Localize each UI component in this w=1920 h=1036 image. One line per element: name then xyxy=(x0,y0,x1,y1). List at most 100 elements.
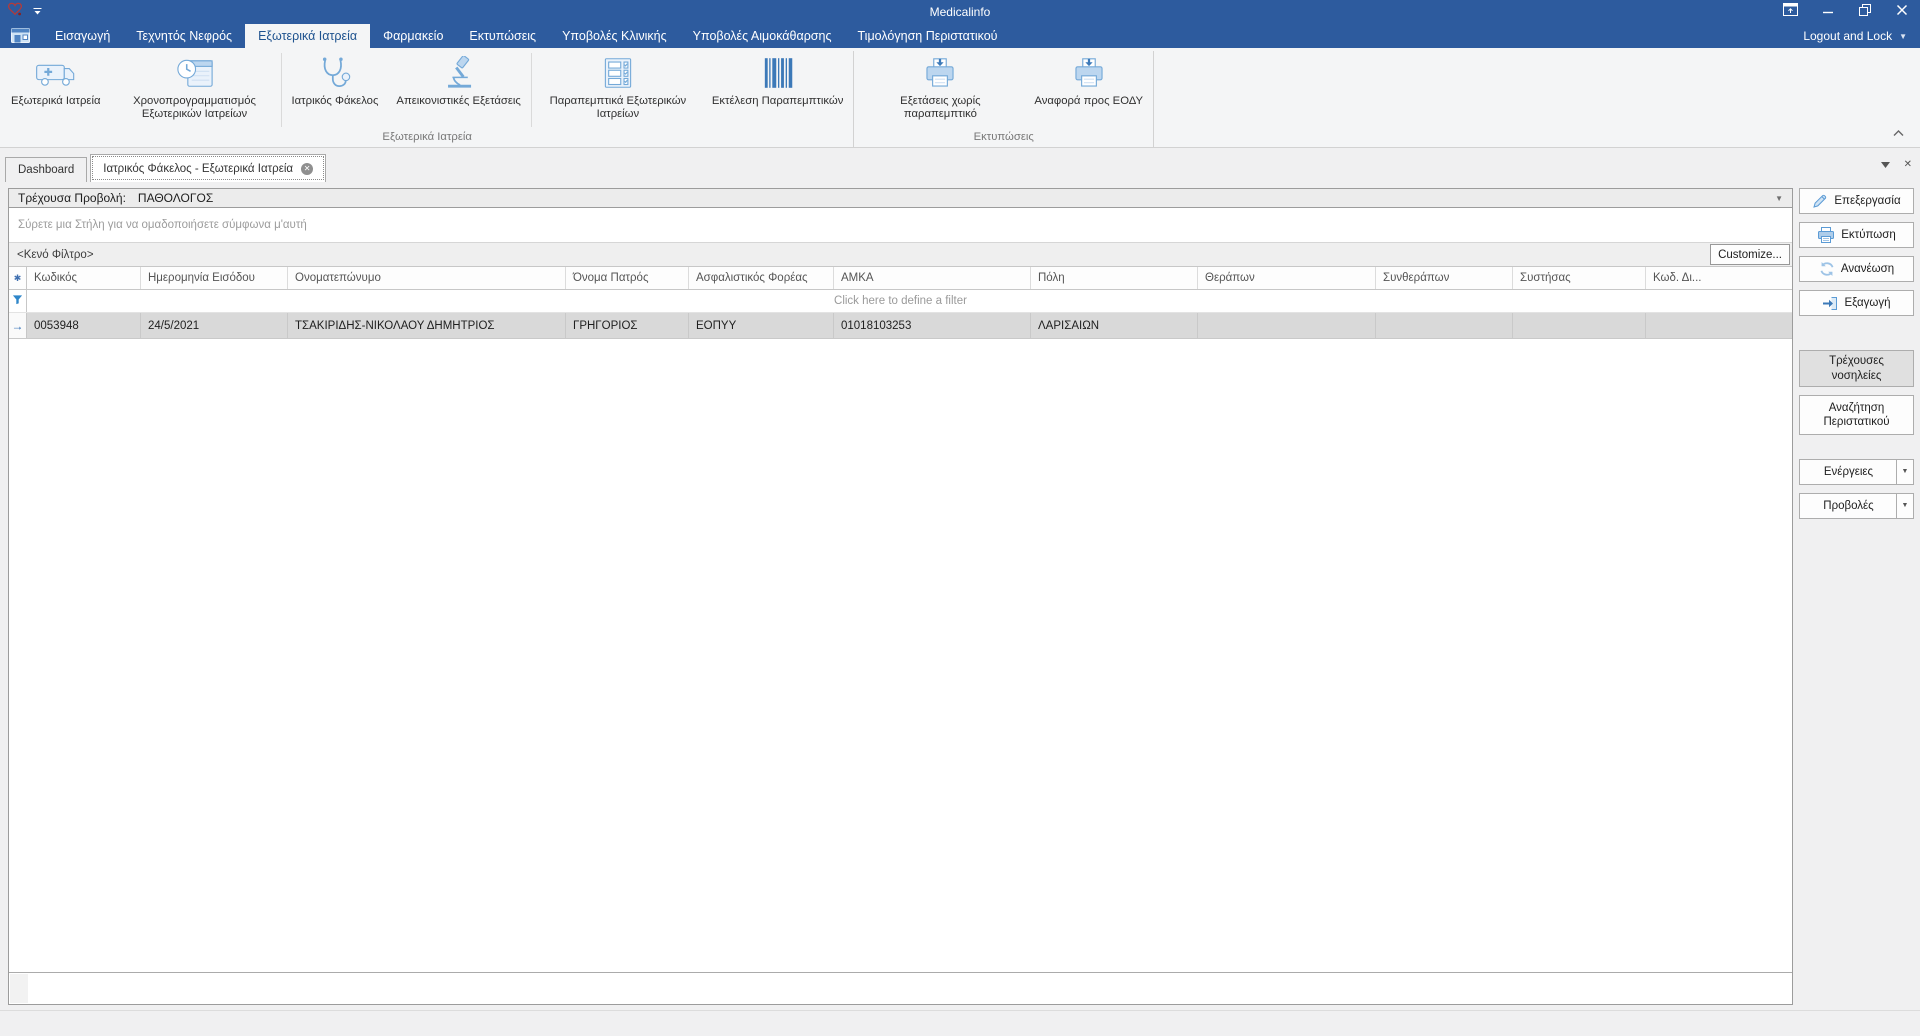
tab-list-dropdown-icon[interactable] xyxy=(1881,155,1890,173)
row-indicator-cell xyxy=(9,290,27,312)
menu-tab-8[interactable]: Τιμολόγηση Περιστατικού xyxy=(845,24,1011,48)
document-tab-label: Dashboard xyxy=(18,164,74,176)
sidebar-button-label: Ανανέωση xyxy=(1841,262,1894,276)
menu-tab-7[interactable]: Υποβολές Αιμοκάθαρσης xyxy=(680,24,845,48)
ribbon-button-printer-down[interactable]: Εξετάσεις χωρίς παραπεμπτικό xyxy=(855,48,1025,130)
close-icon[interactable]: ✕ xyxy=(301,163,313,175)
empty-filter-label: <Κενό Φίλτρο> xyxy=(17,249,94,261)
column-header-4[interactable]: Όνομα Πατρός xyxy=(566,267,689,289)
chevron-down-icon: ▼ xyxy=(1899,32,1907,41)
refresh-icon xyxy=(1819,261,1835,277)
application-button[interactable] xyxy=(0,24,42,48)
chevron-down-icon[interactable]: ▼ xyxy=(1896,460,1913,484)
ribbon-button-calendar-clock[interactable]: Χρονοπρογραμματισμός Εξωτερικών Ιατρείων xyxy=(110,48,280,130)
table-row[interactable]: →005394824/5/2021ΤΣΑΚΙΡΙΔΗΣ-ΝΙΚΟΛΑΟΥ ΔΗΜ… xyxy=(9,313,1792,339)
column-header-1[interactable]: Κωδικός xyxy=(27,267,141,289)
menu-tab-1[interactable]: Εισαγωγή xyxy=(42,24,123,48)
sidebar-button-5[interactable]: Τρέχουσες νοσηλείες xyxy=(1799,350,1914,387)
menu-tab-5[interactable]: Εκτυπώσεις xyxy=(456,24,549,48)
sidebar-button-label: Προβολές xyxy=(1823,499,1873,513)
printer-icon xyxy=(1817,227,1835,243)
referral-list-icon xyxy=(599,53,637,93)
column-header-9[interactable]: Συνθεράπων xyxy=(1376,267,1513,289)
ribbon-button-barcode[interactable]: Εκτέλεση Παραπεμπτικών xyxy=(703,48,853,130)
menu-tab-6[interactable]: Υποβολές Κλινικής xyxy=(549,24,680,48)
ribbon-display-options-button[interactable] xyxy=(1772,0,1809,24)
close-icon xyxy=(1896,3,1908,21)
sidebar-button-label: Τρέχουσες νοσηλείες xyxy=(1804,354,1909,383)
restore-button[interactable] xyxy=(1846,0,1883,24)
table-cell xyxy=(1198,313,1376,338)
customize-button[interactable]: Customize... xyxy=(1710,244,1790,265)
panel-up-icon xyxy=(1783,3,1798,21)
grid-empty-area xyxy=(9,339,1792,972)
table-cell xyxy=(1646,313,1792,338)
close-button[interactable] xyxy=(1883,0,1920,24)
ribbon-button-label: Παραπεμπτικά Εξωτερικών Ιατρείων xyxy=(542,95,694,122)
menu-tab-4[interactable]: Φαρμακείο xyxy=(370,24,456,48)
filter-bar[interactable]: <Κενό Φίλτρο> Customize... xyxy=(9,243,1792,267)
table-cell: ΕΟΠΥΥ xyxy=(689,313,834,338)
ribbon-button-stethoscope[interactable]: Ιατρικός Φάκελος xyxy=(283,48,388,130)
filter-funnel-icon xyxy=(12,292,23,310)
printer-down-icon xyxy=(921,53,959,93)
sidebar-button-3[interactable]: Ανανέωση xyxy=(1799,256,1914,282)
column-header-10[interactable]: Συστήσας xyxy=(1513,267,1646,289)
sidebar-button-label: Εξαγωγή xyxy=(1844,296,1890,310)
document-tab-1[interactable]: Dashboard xyxy=(5,157,87,182)
group-by-panel: Σύρετε μια Στήλη για να ομαδοποιήσετε σύ… xyxy=(9,208,1792,243)
ribbon-button-microscope[interactable]: Απεικονιστικές Εξετάσεις xyxy=(387,48,529,130)
column-header-5[interactable]: Ασφαλιστικός Φορέας xyxy=(689,267,834,289)
document-tab-2[interactable]: Ιατρικός Φάκελος - Εξωτερικά Ιατρεία ✕ xyxy=(90,154,326,182)
menu-tab-3[interactable]: Εξωτερικά Ιατρεία xyxy=(245,24,370,48)
table-cell: 01018103253 xyxy=(834,313,1031,338)
titlebar: Medicalinfo xyxy=(0,0,1920,24)
tab-page-content: Τρέχουσα Προβολή: ΠΑΘΟΛΟΓΟΣ ▼ Σύρετε μια… xyxy=(0,182,1796,1010)
chevron-down-icon[interactable]: ▼ xyxy=(1896,494,1913,518)
grid-filter-row[interactable]: Click here to define a filter xyxy=(9,290,1792,313)
collapse-ribbon-button[interactable] xyxy=(1893,124,1904,142)
sidebar-button-6[interactable]: Αναζήτηση Περιστατικού xyxy=(1799,395,1914,435)
ribbon-group-caption: Εξωτερικά Ιατρεία xyxy=(2,130,852,147)
ribbon-button-referral-list[interactable]: Παραπεμπτικά Εξωτερικών Ιατρείων xyxy=(533,48,703,130)
sidebar-button-2[interactable]: Εκτύπωση xyxy=(1799,222,1914,248)
sidebar-button-7[interactable]: Ενέργειες▼ xyxy=(1799,459,1914,485)
column-header-3[interactable]: Ονοματεπώνυμο xyxy=(288,267,566,289)
logout-button[interactable]: Logout and Lock ▼ xyxy=(1803,24,1920,48)
minimize-button[interactable] xyxy=(1809,0,1846,24)
sidebar-button-8[interactable]: Προβολές ▼ xyxy=(1799,493,1914,519)
ribbon-button-ambulance[interactable]: Εξωτερικά Ιατρεία xyxy=(2,48,110,130)
document-tabstrip: Dashboard Ιατρικός Φάκελος - Εξωτερικά Ια… xyxy=(0,148,1920,182)
table-cell xyxy=(1376,313,1513,338)
ribbon-button-label: Εξωτερικά Ιατρεία xyxy=(11,95,101,108)
menu-tab-2[interactable]: Τεχνητός Νεφρός xyxy=(123,24,245,48)
ribbon-button-printer-down[interactable]: Αναφορά προς ΕΟΔΥ xyxy=(1025,48,1152,130)
ribbon-group-1: Εξωτερικά Ιατρεία Χρονοπρογραμματισμός Εξ… xyxy=(2,48,852,147)
grid-footer-row xyxy=(9,972,1792,1004)
column-header-2[interactable]: Ημερομηνία Εισόδου xyxy=(141,267,288,289)
qat-dropdown-icon[interactable] xyxy=(32,3,43,21)
document-tab-label: Ιατρικός Φάκελος - Εξωτερικά Ιατρεία xyxy=(103,163,293,175)
sidebar-button-1[interactable]: Επεξεργασία xyxy=(1799,188,1914,214)
current-view-label: Τρέχουσα Προβολή: xyxy=(18,191,126,205)
chevron-down-icon: ▼ xyxy=(1775,194,1783,203)
column-header-6[interactable]: ΑΜΚΑ xyxy=(834,267,1031,289)
current-view-selector[interactable]: Τρέχουσα Προβολή: ΠΑΘΟΛΟΓΟΣ ▼ xyxy=(8,188,1793,208)
grid-header-row: ✱ΚωδικόςΗμερομηνία ΕισόδουΟνοματεπώνυμοΌ… xyxy=(9,267,1792,290)
footer-indicator-cell xyxy=(10,974,28,1003)
column-header-11[interactable]: Κωδ. Δι... xyxy=(1646,267,1792,289)
tab-close-icon[interactable]: ✕ xyxy=(1904,159,1912,170)
table-cell: ΛΑΡΙΣΑΙΩΝ xyxy=(1031,313,1198,338)
ribbon-group-caption: Εκτυπώσεις xyxy=(855,130,1152,147)
minimize-icon xyxy=(1822,3,1834,21)
sidebar-button-4[interactable]: Εξαγωγή xyxy=(1799,290,1914,316)
ribbon-button-label: Απεικονιστικές Εξετάσεις xyxy=(396,95,520,108)
ribbon-button-label: Χρονοπρογραμματισμός Εξωτερικών Ιατρείων xyxy=(119,95,271,122)
ambulance-icon xyxy=(35,53,77,93)
column-header-7[interactable]: Πόλη xyxy=(1031,267,1198,289)
application-window: Medicalinfo ΕισαγωγήΤεχνητός ΝεφρόςΕξωτε… xyxy=(0,0,1920,1036)
column-header-8[interactable]: Θεράπων xyxy=(1198,267,1376,289)
table-cell: ΤΣΑΚΙΡΙΔΗΣ-ΝΙΚΟΛΑΟΥ ΔΗΜΗΤΡΙΟΣ xyxy=(288,313,566,338)
focused-row-arrow-icon: → xyxy=(9,313,27,338)
stethoscope-icon xyxy=(317,53,353,93)
